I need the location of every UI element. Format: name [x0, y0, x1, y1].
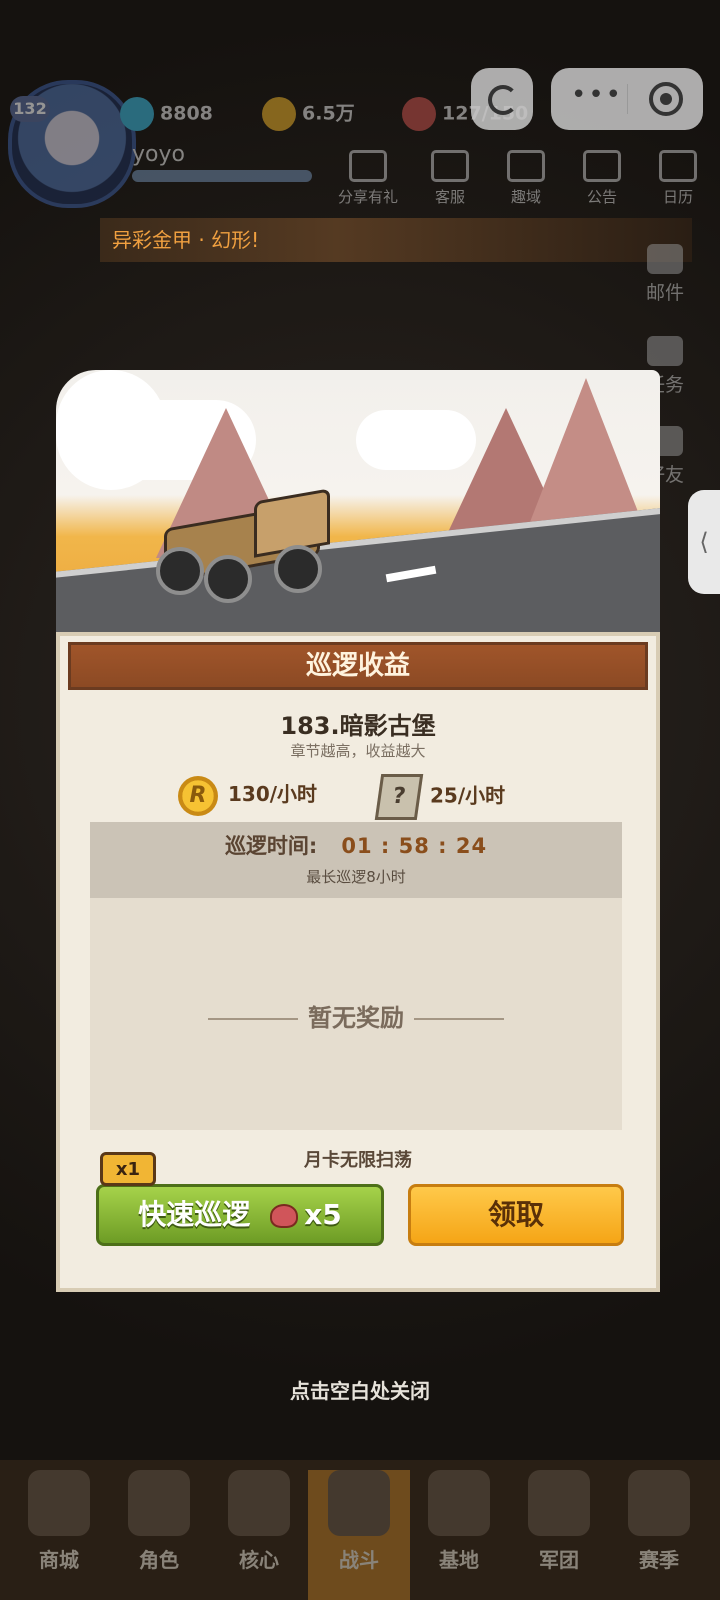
username: yoyo [132, 142, 185, 167]
dialog-title: 巡逻收益 [68, 642, 648, 690]
gem-counter[interactable]: 8808 [120, 97, 213, 131]
exp-bar [132, 170, 312, 182]
map-fragment-icon: ? [374, 774, 424, 820]
mail-button[interactable]: 邮件 [630, 244, 700, 305]
coin-icon: R [178, 775, 218, 816]
coin-counter[interactable]: 6.5万 [262, 97, 355, 131]
side-collapse-tab[interactable]: ⟨ [688, 490, 720, 594]
share-button[interactable]: 分享有礼 [328, 150, 408, 207]
meat-icon [402, 97, 436, 131]
truck [154, 488, 344, 603]
core-icon [228, 1470, 290, 1536]
nav-battle[interactable]: 战斗 [308, 1470, 410, 1600]
task-icon [647, 336, 683, 366]
patrol-time: 巡逻时间: 01 : 58 : 24 [224, 834, 488, 858]
reward-area: 暂无奖励 [90, 898, 622, 1130]
meat-icon [270, 1204, 299, 1228]
season-icon [628, 1470, 690, 1536]
announcement-button[interactable]: 公告 [562, 150, 642, 207]
share-icon [349, 150, 387, 182]
nav-legion[interactable]: 军团 [508, 1470, 610, 1600]
fun-zone-icon [507, 150, 545, 182]
bottom-nav: 商城 角色 核心 战斗 基地 军团 赛季 [0, 1460, 720, 1600]
fun-zone-button[interactable]: 趣域 [486, 150, 566, 207]
nav-character[interactable]: 角色 [108, 1470, 210, 1600]
service-button[interactable]: 客服 [410, 150, 490, 207]
notice-banner: 异彩金甲 · 幻形! [100, 218, 692, 262]
close-mini-program-icon[interactable] [649, 82, 683, 116]
mail-icon [647, 244, 683, 274]
service-icon [431, 150, 469, 182]
map-rate: ? 25/小时 [374, 774, 505, 820]
road [56, 501, 660, 648]
base-icon [428, 1470, 490, 1536]
legion-icon [528, 1470, 590, 1536]
game-assistant-icon[interactable] [471, 68, 533, 130]
coin-rate: R 130/小时 [178, 774, 317, 816]
shop-icon [28, 1470, 90, 1536]
battle-icon [328, 1470, 390, 1536]
nav-core[interactable]: 核心 [208, 1470, 310, 1600]
nav-shop[interactable]: 商城 [8, 1470, 110, 1600]
character-icon [128, 1470, 190, 1536]
level-badge: 132 [10, 96, 50, 122]
patrol-panel: 巡逻收益 183.暗影古堡 章节越高，收益越大 R 130/小时 ? 25/小时 巡… [56, 632, 660, 1292]
announcement-icon [583, 150, 621, 182]
mini-program-capsule[interactable]: ••• [551, 68, 703, 130]
patrol-time-value: 01 : 58 : 24 [341, 834, 488, 858]
calendar-button[interactable]: 日历 [638, 150, 718, 207]
gem-icon [120, 97, 154, 131]
chapter-hint: 章节越高，收益越大 [290, 742, 426, 760]
calendar-icon [659, 150, 697, 182]
quick-patrol-count-badge: x1 [100, 1152, 156, 1186]
nav-base[interactable]: 基地 [408, 1470, 510, 1600]
chapter-name: 183.暗影古堡 [280, 712, 436, 740]
patrol-time-box: 巡逻时间: 01 : 58 : 24 最长巡逻8小时 [90, 822, 622, 898]
close-hint[interactable]: 点击空白处关闭 [0, 1375, 720, 1404]
claim-button[interactable]: 领取 [408, 1184, 624, 1246]
patrol-scene-illustration [56, 370, 660, 648]
capsule-divider [627, 84, 628, 114]
more-icon[interactable]: ••• [571, 80, 623, 110]
nav-season[interactable]: 赛季 [608, 1470, 710, 1600]
patrol-max-time: 最长巡逻8小时 [306, 868, 406, 886]
patrol-reward-dialog: 巡逻收益 183.暗影古堡 章节越高，收益越大 R 130/小时 ? 25/小时 巡… [56, 370, 660, 1320]
quick-patrol-button[interactable]: 快速巡逻 x5 [96, 1184, 384, 1246]
coin-icon [262, 97, 296, 131]
no-reward-text: 暂无奖励 [90, 998, 622, 1033]
